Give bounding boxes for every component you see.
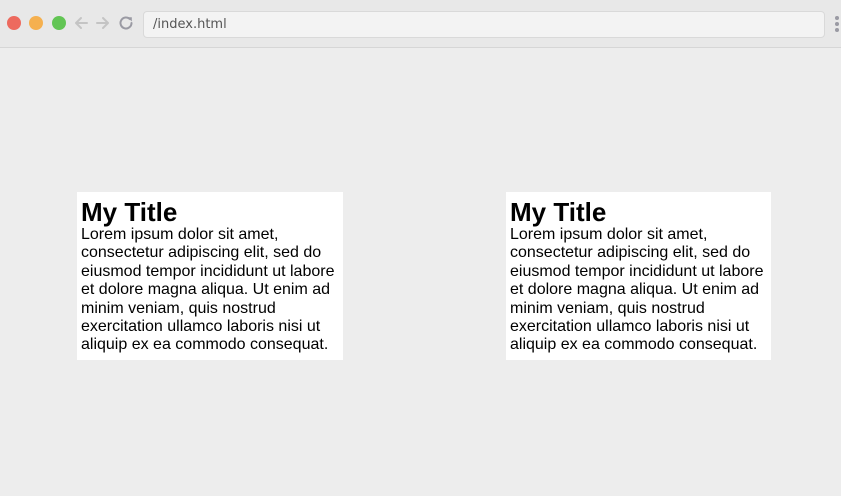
card-body: Lorem ipsum dolor sit amet, consectetur … [510, 226, 764, 354]
back-button[interactable] [71, 13, 91, 33]
reload-button[interactable] [116, 13, 136, 33]
minimize-window-button[interactable] [29, 16, 43, 30]
close-window-button[interactable] [7, 16, 21, 30]
address-bar[interactable]: /index.html [143, 11, 825, 38]
vertical-dots-icon[interactable] [834, 16, 840, 32]
menu-dot [835, 22, 839, 26]
arrow-left-icon [75, 17, 88, 29]
content-card: My Title Lorem ipsum dolor sit amet, con… [506, 192, 771, 360]
reload-icon [119, 16, 133, 30]
card-title: My Title [510, 197, 607, 227]
menu-dot [835, 28, 839, 32]
card-body: Lorem ipsum dolor sit amet, consectetur … [81, 226, 335, 354]
content-card: My Title Lorem ipsum dolor sit amet, con… [77, 192, 343, 360]
menu-dot [835, 16, 839, 20]
maximize-window-button[interactable] [52, 16, 66, 30]
arrow-right-icon [96, 17, 109, 29]
browser-toolbar: /index.html [0, 0, 841, 48]
card-title: My Title [81, 197, 178, 227]
forward-button[interactable] [93, 13, 113, 33]
url-text: /index.html [153, 17, 227, 32]
